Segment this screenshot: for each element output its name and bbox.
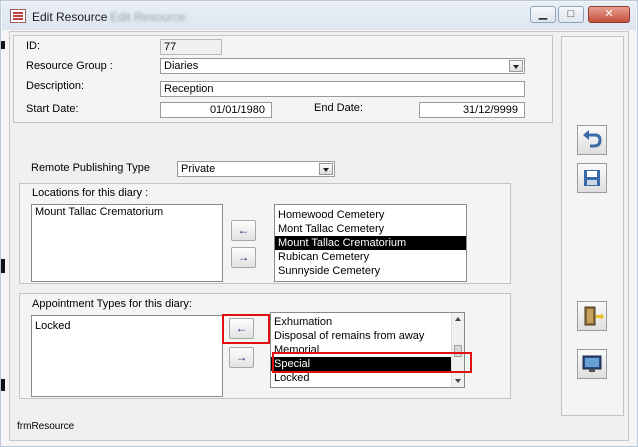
list-item[interactable]: Mount Tallac Crematorium <box>32 205 222 219</box>
chevron-down-icon[interactable] <box>319 163 333 175</box>
locations-panel: Locations for this diary : Mount Tallac … <box>19 183 511 284</box>
monitor-icon <box>582 355 602 372</box>
window-title-ghost: Edit Resource <box>110 10 186 24</box>
remote-publishing-value: Private <box>181 163 216 175</box>
edge-marker <box>1 379 5 391</box>
appointment-types-title: Appointment Types for this diary: <box>32 298 192 310</box>
locations-title: Locations for this diary : <box>32 187 149 199</box>
title-bar[interactable]: Edit Resource Edit Resource ▁ □ ✕ <box>2 2 636 30</box>
resource-details-panel: ID: 77 Resource Group : Diaries Descript… <box>13 35 553 123</box>
list-item[interactable]: Mont Tallac Cemetery <box>275 222 466 236</box>
undo-button[interactable] <box>577 125 607 155</box>
save-button[interactable] <box>577 163 607 193</box>
form-body: ID: 77 Resource Group : Diaries Descript… <box>9 31 629 441</box>
selected-appointment-types-list[interactable]: Locked <box>31 315 223 397</box>
list-item[interactable]: Rubican Cemetery <box>275 250 466 264</box>
save-icon <box>584 170 600 186</box>
list-item[interactable]: Disposal of remains from away <box>271 329 464 343</box>
remove-location-button[interactable]: → <box>231 247 256 268</box>
list-item[interactable]: Locked <box>271 371 464 385</box>
end-date-label: End Date: <box>314 102 363 114</box>
undo-icon <box>583 130 602 148</box>
list-scrollbar[interactable] <box>451 313 464 387</box>
list-item[interactable]: Homewood Cemetery <box>275 208 466 222</box>
list-item[interactable]: Locked <box>32 319 222 333</box>
close-button[interactable]: ✕ <box>588 6 630 23</box>
start-date-label: Start Date: <box>26 103 79 115</box>
id-label: ID: <box>26 40 41 52</box>
scroll-down-icon[interactable] <box>455 379 461 383</box>
id-field: 77 <box>160 39 222 55</box>
list-item-selected[interactable]: Mount Tallac Crematorium <box>275 236 466 250</box>
description-field[interactable]: Reception <box>160 81 525 97</box>
preview-button[interactable] <box>577 349 607 379</box>
edit-resource-window: Edit Resource Edit Resource ▁ □ ✕ ID: 77… <box>0 0 638 447</box>
form-icon <box>10 9 26 23</box>
remove-appointment-type-button[interactable]: → <box>229 347 254 368</box>
scroll-up-icon[interactable] <box>455 317 461 321</box>
resource-group-select[interactable]: Diaries <box>160 58 525 74</box>
available-appointment-types-list[interactable]: Exhumation Disposal of remains from away… <box>270 312 465 388</box>
exit-button[interactable] <box>577 301 607 331</box>
highlight-box <box>272 352 472 373</box>
start-date-field[interactable]: 01/01/1980 <box>160 102 272 118</box>
window-title: Edit Resource <box>32 10 108 24</box>
add-location-button[interactable]: ← <box>231 220 256 241</box>
chevron-down-icon[interactable] <box>509 60 523 72</box>
list-item[interactable]: Sunnyside Cemetery <box>275 264 466 278</box>
available-locations-list[interactable]: Homewood Cemetery Mont Tallac Cemetery M… <box>274 204 467 282</box>
highlight-box <box>222 314 270 344</box>
appointment-types-panel: Appointment Types for this diary: Locked… <box>19 293 511 399</box>
resource-group-value: Diaries <box>164 60 199 72</box>
remote-publishing-select[interactable]: Private <box>177 161 335 177</box>
edge-marker <box>1 259 5 273</box>
exit-door-icon <box>584 306 604 326</box>
maximize-button[interactable]: □ <box>558 6 584 23</box>
command-toolbar <box>561 36 624 416</box>
resource-group-label: Resource Group : <box>26 60 113 72</box>
remote-publishing-label: Remote Publishing Type <box>31 162 151 174</box>
edge-marker <box>1 41 5 49</box>
form-name-label: frmResource <box>17 421 75 432</box>
list-item[interactable]: Exhumation <box>271 315 464 329</box>
minimize-button[interactable]: ▁ <box>530 6 556 23</box>
end-date-field[interactable]: 31/12/9999 <box>419 102 525 118</box>
description-label: Description: <box>26 80 85 92</box>
selected-locations-list[interactable]: Mount Tallac Crematorium <box>31 204 223 282</box>
